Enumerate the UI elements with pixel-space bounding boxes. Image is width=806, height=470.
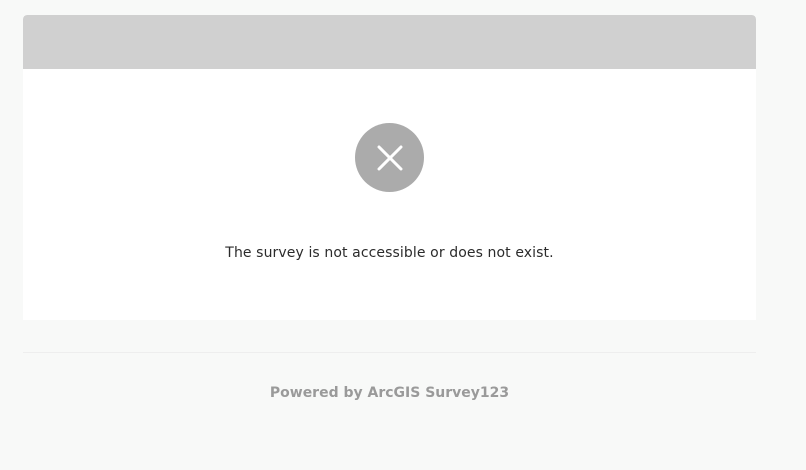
footer-divider (23, 352, 756, 353)
error-card: The survey is not accessible or does not… (23, 15, 756, 320)
powered-by-footer: Powered by ArcGIS Survey123 (269, 385, 510, 401)
error-close-icon (355, 123, 424, 192)
card-header-bar (23, 15, 756, 69)
error-message: The survey is not accessible or does not… (225, 245, 554, 261)
close-icon (377, 145, 402, 170)
